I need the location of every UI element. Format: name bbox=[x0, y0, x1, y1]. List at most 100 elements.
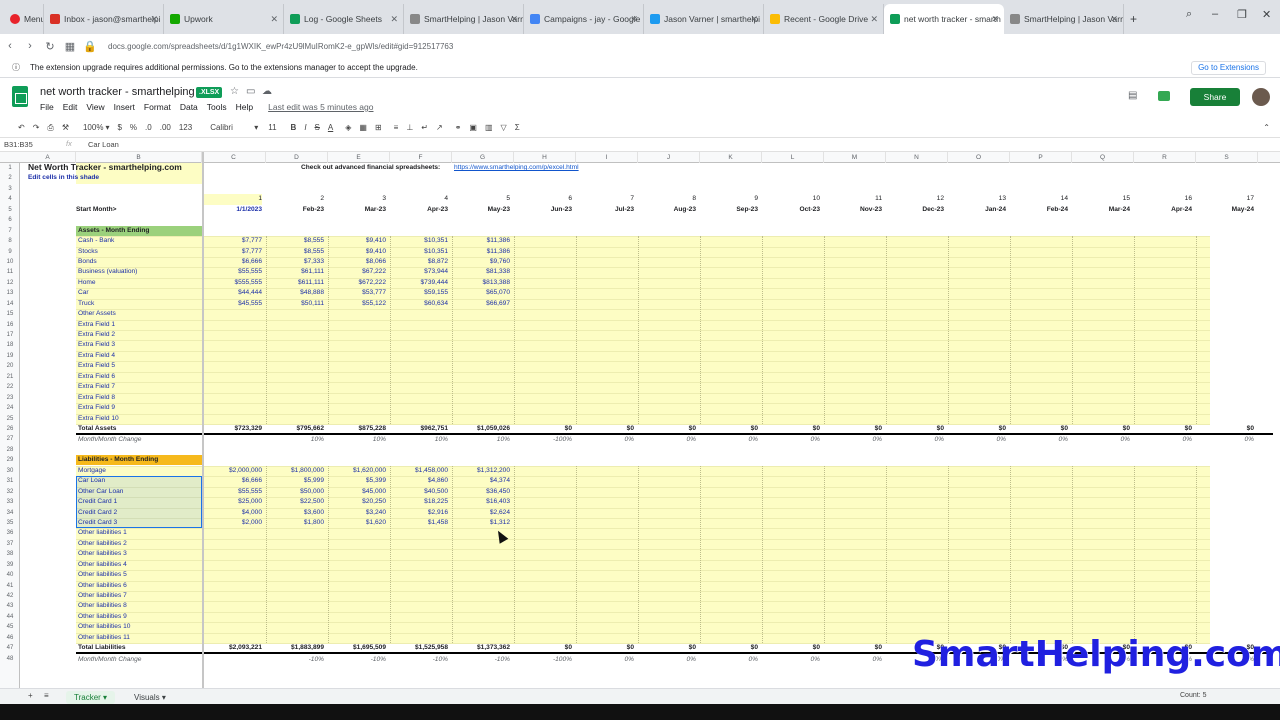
browser-tab[interactable]: Recent - Google Drive ✕ bbox=[764, 4, 884, 34]
liability-value[interactable]: $45,000 bbox=[328, 487, 386, 496]
asset-label[interactable]: Extra Field 2 bbox=[78, 330, 115, 339]
frozen-divider[interactable] bbox=[202, 152, 204, 688]
liability-label[interactable]: Other liabilities 7 bbox=[78, 591, 127, 600]
row-header[interactable]: 8 bbox=[0, 236, 20, 246]
asset-value[interactable]: $555,555 bbox=[202, 278, 262, 287]
asset-value[interactable]: $60,634 bbox=[390, 299, 448, 308]
asset-value[interactable]: $55,122 bbox=[328, 299, 386, 308]
menu-help[interactable]: Help bbox=[236, 102, 253, 112]
liability-label[interactable]: Credit Card 3 bbox=[78, 518, 117, 527]
bold-button[interactable]: B bbox=[291, 123, 297, 132]
row-header[interactable]: 24 bbox=[0, 403, 20, 413]
row-header[interactable]: 13 bbox=[0, 288, 20, 298]
asset-label[interactable]: Truck bbox=[78, 299, 94, 308]
asset-value[interactable]: $44,444 bbox=[202, 288, 262, 297]
liability-value[interactable]: $40,500 bbox=[390, 487, 448, 496]
liability-value[interactable]: $1,800,000 bbox=[266, 466, 324, 475]
asset-label[interactable]: Extra Field 3 bbox=[78, 340, 115, 349]
liability-value[interactable]: $1,620,000 bbox=[328, 466, 386, 475]
liability-label[interactable]: Other Car Loan bbox=[78, 487, 123, 496]
asset-label[interactable]: Extra Field 10 bbox=[78, 414, 119, 423]
asset-value[interactable]: $45,555 bbox=[202, 299, 262, 308]
comment-icon[interactable]: ▣ bbox=[469, 123, 477, 132]
name-box[interactable]: B31:B35 bbox=[4, 140, 33, 149]
asset-value[interactable]: $50,111 bbox=[266, 299, 324, 308]
liability-value[interactable]: $6,666 bbox=[202, 476, 262, 485]
liability-value[interactable]: $36,450 bbox=[452, 487, 510, 496]
column-header[interactable]: O bbox=[948, 152, 1010, 163]
asset-label[interactable]: Extra Field 7 bbox=[78, 382, 115, 391]
browser-tab[interactable]: net worth tracker - smarth ✕ bbox=[884, 4, 1004, 34]
print-icon[interactable]: ⎙ bbox=[47, 123, 53, 133]
asset-value[interactable]: $9,410 bbox=[328, 247, 386, 256]
merge-cells-icon[interactable]: ⊞ bbox=[375, 123, 382, 132]
asset-value[interactable]: $8,066 bbox=[328, 257, 386, 266]
liability-value[interactable]: $1,620 bbox=[328, 518, 386, 527]
asset-value[interactable]: $813,388 bbox=[452, 278, 510, 287]
row-header[interactable]: 40 bbox=[0, 570, 20, 580]
browser-tab[interactable]: Campaigns - jay - Google ✕ bbox=[524, 4, 644, 34]
month-date[interactable]: Sep-23 bbox=[700, 205, 758, 214]
row-header[interactable]: 32 bbox=[0, 487, 20, 497]
currency-format-button[interactable]: $ bbox=[117, 123, 121, 132]
asset-value[interactable]: $7,333 bbox=[266, 257, 324, 266]
increase-decimal-button[interactable]: .00 bbox=[160, 123, 171, 132]
row-header[interactable]: 29 bbox=[0, 455, 20, 465]
row-header[interactable]: 19 bbox=[0, 351, 20, 361]
menu-tools[interactable]: Tools bbox=[207, 102, 227, 112]
avatar[interactable] bbox=[1252, 88, 1270, 106]
sheet-tab-tracker[interactable]: Tracker ▾ bbox=[66, 691, 116, 704]
browser-tab[interactable]: Inbox - jason@smarthelpi ✕ bbox=[44, 4, 164, 34]
asset-value[interactable]: $8,872 bbox=[390, 257, 448, 266]
asset-value[interactable]: $672,222 bbox=[328, 278, 386, 287]
month-date[interactable]: Oct-23 bbox=[762, 205, 820, 214]
asset-label[interactable]: Extra Field 1 bbox=[78, 320, 115, 329]
asset-value[interactable]: $9,410 bbox=[328, 236, 386, 245]
wrap-icon[interactable]: ↵ bbox=[421, 123, 428, 132]
row-header[interactable]: 25 bbox=[0, 414, 20, 424]
functions-icon[interactable]: Σ bbox=[515, 123, 520, 132]
close-tab-icon[interactable]: ✕ bbox=[630, 14, 638, 25]
liability-value[interactable]: $1,458,000 bbox=[390, 466, 448, 475]
month-date[interactable]: Apr-24 bbox=[1134, 205, 1192, 214]
column-header[interactable]: M bbox=[824, 152, 886, 163]
month-date[interactable]: Jan-24 bbox=[948, 205, 1006, 214]
row-header[interactable]: 7 bbox=[0, 226, 20, 236]
asset-label[interactable]: Car bbox=[78, 288, 89, 297]
liability-value[interactable]: $4,374 bbox=[452, 476, 510, 485]
liability-label[interactable]: Other liabilities 8 bbox=[78, 601, 127, 610]
font-size-select[interactable]: 11 bbox=[268, 123, 276, 132]
row-header[interactable]: 26 bbox=[0, 424, 20, 434]
tabs-grid-icon[interactable]: ▦ bbox=[60, 40, 80, 53]
more-formats-button[interactable]: 123 bbox=[179, 123, 192, 132]
liability-label[interactable]: Other liabilities 6 bbox=[78, 581, 127, 590]
row-header[interactable]: 12 bbox=[0, 278, 20, 288]
row-header[interactable]: 23 bbox=[0, 393, 20, 403]
liability-value[interactable]: $25,000 bbox=[202, 497, 262, 506]
row-header[interactable]: 10 bbox=[0, 257, 20, 267]
month-date[interactable]: Jun-23 bbox=[514, 205, 572, 214]
zoom-select[interactable]: 100% bbox=[83, 123, 103, 132]
liability-value[interactable]: $5,999 bbox=[266, 476, 324, 485]
month-date[interactable]: Aug-23 bbox=[638, 205, 696, 214]
row-header[interactable]: 21 bbox=[0, 372, 20, 382]
redo-icon[interactable]: ↷ bbox=[33, 123, 40, 132]
row-header[interactable]: 18 bbox=[0, 340, 20, 350]
liability-label[interactable]: Car Loan bbox=[78, 476, 105, 485]
asset-label[interactable]: Extra Field 6 bbox=[78, 372, 115, 381]
asset-label[interactable]: Cash - Bank bbox=[78, 236, 114, 245]
row-header[interactable]: 9 bbox=[0, 247, 20, 257]
row-header[interactable]: 20 bbox=[0, 361, 20, 371]
row-header[interactable]: 42 bbox=[0, 591, 20, 601]
star-icon[interactable]: ☆ bbox=[230, 86, 239, 97]
column-header[interactable]: Q bbox=[1072, 152, 1134, 163]
asset-value[interactable]: $10,351 bbox=[390, 247, 448, 256]
close-tab-icon[interactable]: ✕ bbox=[150, 14, 158, 25]
row-header[interactable]: 33 bbox=[0, 497, 20, 507]
formula-input[interactable]: Car Loan bbox=[88, 140, 119, 149]
row-header[interactable]: 45 bbox=[0, 622, 20, 632]
asset-label[interactable]: Extra Field 9 bbox=[78, 403, 115, 412]
asset-value[interactable]: $61,111 bbox=[266, 267, 324, 276]
new-tab-icon[interactable]: + bbox=[1124, 4, 1143, 34]
liability-label[interactable]: Mortgage bbox=[78, 466, 106, 475]
